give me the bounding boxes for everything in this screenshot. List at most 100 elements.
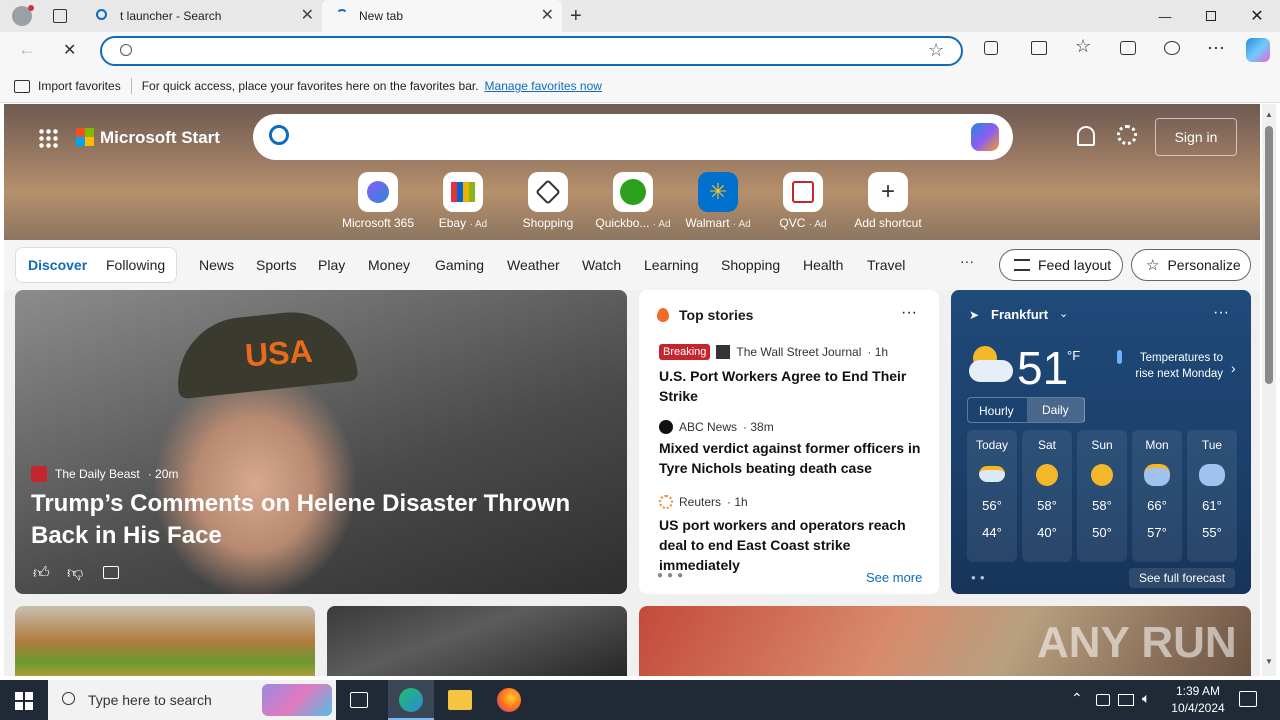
address-input[interactable] xyxy=(148,42,908,62)
close-tab-icon[interactable]: ✕ xyxy=(541,8,554,24)
favorites-icon[interactable]: ☆ xyxy=(1075,36,1091,57)
split-screen-icon[interactable] xyxy=(1031,41,1047,55)
hero-news-card[interactable]: USA The Daily Beast · 20m Trump’s Commen… xyxy=(15,290,627,594)
quicklink-quickbooks[interactable]: Quickbo... · Ad xyxy=(593,172,673,230)
settings-more-icon[interactable]: ⋯ xyxy=(1207,38,1225,59)
more-options-icon[interactable]: ··· xyxy=(901,304,917,322)
clock-time[interactable]: 1:39 AM xyxy=(1170,684,1226,698)
more-options-icon[interactable]: ··· xyxy=(1213,304,1229,322)
news-card-golf[interactable] xyxy=(327,606,627,676)
comment-icon[interactable] xyxy=(103,566,119,579)
chevron-right-icon[interactable]: › xyxy=(1231,360,1236,376)
address-bar[interactable]: ☆ xyxy=(100,36,963,66)
temp-unit[interactable]: °F xyxy=(1067,348,1080,363)
nav-sports[interactable]: Sports xyxy=(256,257,296,273)
tab-daily[interactable]: Daily xyxy=(1027,398,1085,422)
clock-date[interactable]: 10/4/2024 xyxy=(1164,701,1232,715)
see-more-link[interactable]: See more xyxy=(866,570,922,585)
stop-loading-icon[interactable]: ✕ xyxy=(63,40,76,60)
quicklink-qvc[interactable]: QVC · Ad xyxy=(763,172,843,230)
brand-name[interactable]: Microsoft Start xyxy=(100,128,220,148)
nav-learning[interactable]: Learning xyxy=(644,257,699,273)
quicklink-ebay[interactable]: Ebay · Ad xyxy=(423,172,503,230)
chevron-down-icon[interactable]: ⌄ xyxy=(1059,307,1068,320)
pagination-dots[interactable]: ●● xyxy=(971,573,989,582)
apps-launcher-icon[interactable] xyxy=(38,128,58,148)
page-scrollbar[interactable]: ▲ ▼ xyxy=(1262,104,1276,676)
personalize-button[interactable]: ☆ Personalize xyxy=(1131,249,1251,281)
nav-weather[interactable]: Weather xyxy=(507,257,560,273)
forecast-day[interactable]: Sun 58° 50° xyxy=(1077,430,1127,562)
story-item[interactable]: ABC News · 38m Mixed verdict against form… xyxy=(659,420,929,478)
tab-hourly[interactable]: Hourly xyxy=(979,404,1014,418)
like-icon[interactable]: 👍︎ xyxy=(33,564,50,583)
quicklink-shopping[interactable]: Shopping xyxy=(508,172,588,230)
nav-money[interactable]: Money xyxy=(368,257,410,273)
forecast-day[interactable]: Mon 66° 57° xyxy=(1132,430,1182,562)
scroll-down-icon[interactable]: ▼ xyxy=(1265,657,1273,666)
taskbar-search[interactable]: Type here to search xyxy=(48,680,336,720)
quicklink-walmart[interactable]: ✳ Walmart · Ad xyxy=(678,172,758,230)
minimize-icon[interactable]: — xyxy=(1142,0,1188,32)
nav-gaming[interactable]: Gaming xyxy=(435,257,484,273)
forecast-day[interactable]: Sat 58° 40° xyxy=(1022,430,1072,562)
scroll-thumb[interactable] xyxy=(1265,126,1273,384)
sign-in-button[interactable]: Sign in xyxy=(1155,118,1237,156)
back-icon[interactable]: ← xyxy=(18,39,36,60)
collections-icon[interactable] xyxy=(1120,41,1136,55)
weather-note[interactable]: Temperatures to rise next Monday xyxy=(1127,350,1223,382)
tab-following[interactable]: Following xyxy=(106,257,165,273)
see-full-forecast-button[interactable]: See full forecast xyxy=(1129,568,1236,588)
tab-search[interactable]: t launcher - Search ✕ xyxy=(86,0,322,32)
close-tab-icon[interactable]: ✕ xyxy=(301,8,314,24)
add-shortcut-button[interactable]: + Add shortcut xyxy=(848,172,928,230)
notifications-icon[interactable] xyxy=(1077,126,1095,146)
forecast-day[interactable]: Tue 61° 55° xyxy=(1187,430,1237,562)
feed-layout-button[interactable]: Feed layout xyxy=(999,249,1123,281)
browser-essentials-icon[interactable] xyxy=(1164,41,1180,55)
notifications-icon[interactable] xyxy=(1239,691,1257,707)
story-item[interactable]: Reuters · 1h US port workers and operator… xyxy=(659,495,929,575)
tab-new-tab[interactable]: New tab ✕ xyxy=(322,0,562,32)
extensions-icon[interactable] xyxy=(984,41,998,55)
nav-travel[interactable]: Travel xyxy=(867,257,905,273)
manage-favorites-link[interactable]: Manage favorites now xyxy=(485,79,602,93)
copilot-icon[interactable] xyxy=(971,123,999,151)
nav-health[interactable]: Health xyxy=(803,257,843,273)
close-window-icon[interactable]: ✕ xyxy=(1234,0,1280,32)
tab-discover[interactable]: Discover xyxy=(28,257,87,273)
nav-play[interactable]: Play xyxy=(318,257,345,273)
story-headline[interactable]: US port workers and operators reach deal… xyxy=(659,515,929,575)
settings-gear-icon[interactable] xyxy=(1117,125,1137,145)
news-card-food[interactable] xyxy=(15,606,315,676)
pagination-dots[interactable]: ●●● xyxy=(657,570,687,581)
nav-watch[interactable]: Watch xyxy=(582,257,621,273)
copilot-icon[interactable] xyxy=(1246,38,1270,62)
nav-more-icon[interactable]: ··· xyxy=(960,253,974,269)
file-explorer-icon[interactable] xyxy=(448,690,472,710)
restore-icon[interactable] xyxy=(1188,0,1234,32)
weather-city[interactable]: Frankfurt xyxy=(991,307,1048,322)
windows-start-icon[interactable] xyxy=(15,692,33,710)
show-hidden-icons-icon[interactable]: ⌃ xyxy=(1071,690,1083,707)
story-item[interactable]: Breaking The Wall Street Journal · 1h U.S.… xyxy=(659,344,929,406)
nav-news[interactable]: News xyxy=(199,257,234,273)
scroll-up-icon[interactable]: ▲ xyxy=(1265,110,1273,119)
network-icon[interactable] xyxy=(1118,694,1134,706)
nav-shopping[interactable]: Shopping xyxy=(721,257,780,273)
favorite-star-icon[interactable]: ☆ xyxy=(928,40,944,61)
story-headline[interactable]: U.S. Port Workers Agree to End Their Str… xyxy=(659,366,929,406)
import-favorites-link[interactable]: Import favorites xyxy=(38,79,121,93)
dislike-icon[interactable]: 👎︎ xyxy=(67,564,83,583)
news-card-person[interactable]: ANY RUN xyxy=(639,606,1251,676)
new-tab-icon[interactable]: + xyxy=(570,5,582,28)
firefox-icon[interactable] xyxy=(497,688,521,712)
volume-icon[interactable]: 🔈︎ xyxy=(1142,690,1150,707)
quicklink-microsoft-365[interactable]: Microsoft 365 xyxy=(338,172,418,230)
web-search-box[interactable] xyxy=(253,114,1013,160)
tab-actions-icon[interactable] xyxy=(53,9,67,23)
forecast-day[interactable]: Today 56° 44° xyxy=(967,430,1017,562)
task-view-icon[interactable] xyxy=(350,692,368,708)
story-headline[interactable]: Trump’s Comments on Helene Disaster Thro… xyxy=(31,488,621,552)
battery-icon[interactable] xyxy=(1096,694,1110,706)
